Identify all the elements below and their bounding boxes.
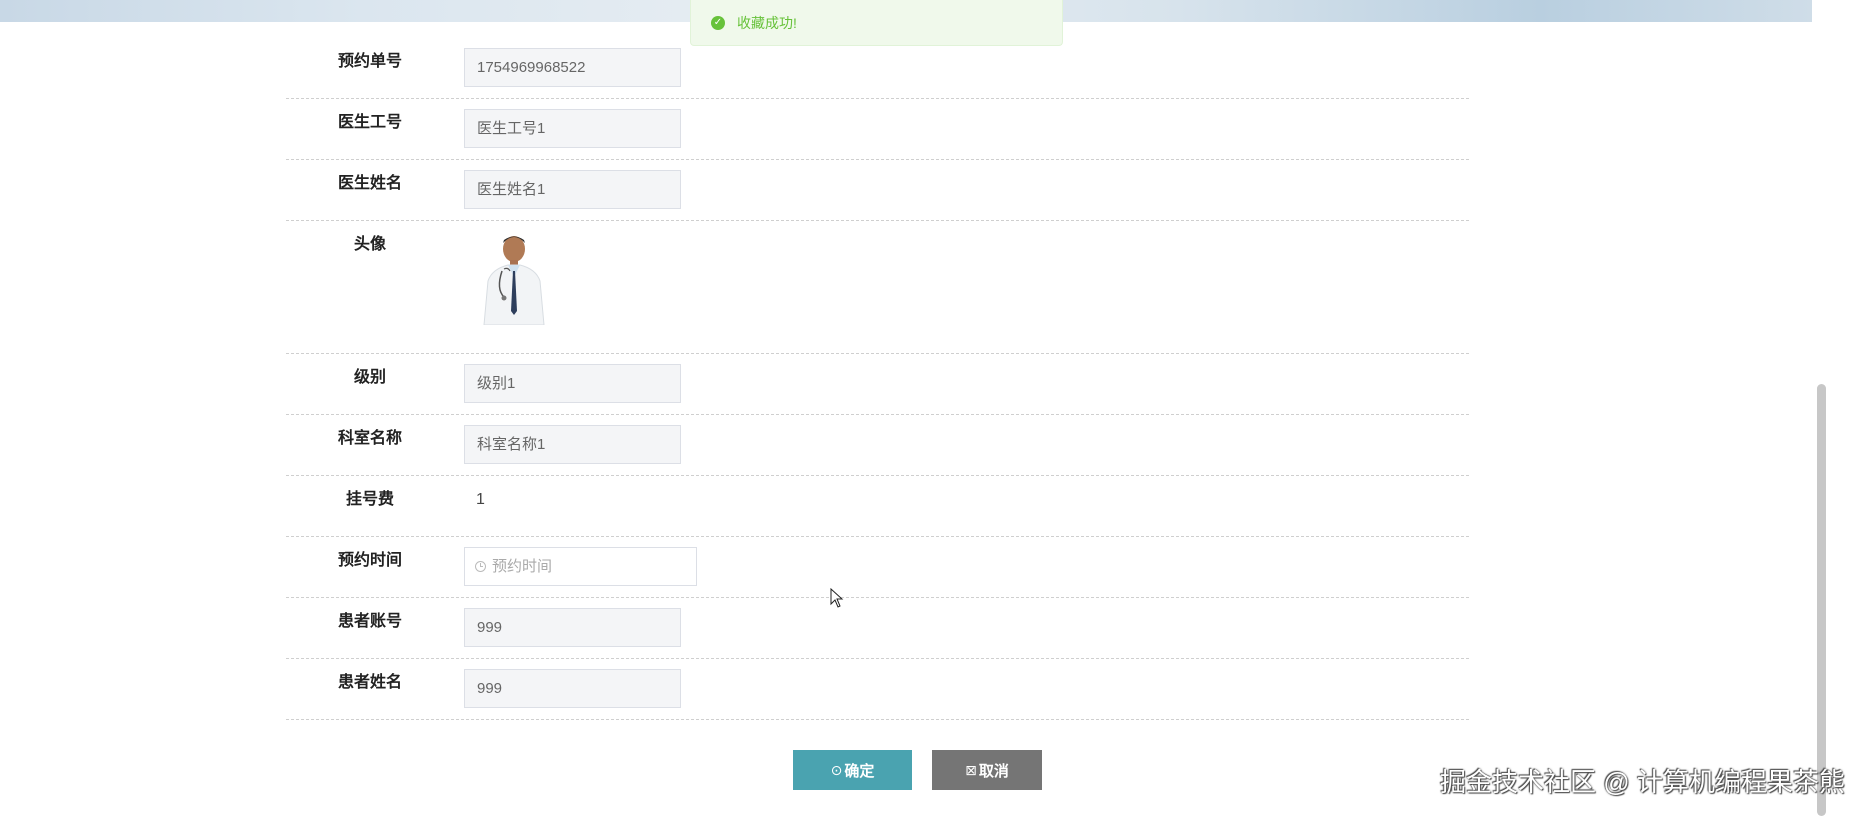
form-row-doctor-name: 医生姓名 医生姓名1: [286, 160, 1469, 221]
fee-label: 挂号费: [345, 491, 394, 508]
form-row-avatar: 头像: [286, 221, 1469, 354]
page: ✓ 收藏成功! 预约单号 1754969968522 医生工号 医生工号1 医生…: [0, 0, 1849, 816]
doctor-id-label: 医生工号: [337, 114, 402, 131]
form-row-level: 级别 级别1: [286, 354, 1469, 415]
patient-name-field[interactable]: 999: [464, 669, 681, 708]
clock-icon: [475, 561, 486, 572]
confirm-button[interactable]: ⊙ 确定: [793, 750, 912, 790]
level-label: 级别: [353, 369, 386, 386]
check-circle-icon: ✓: [711, 15, 725, 30]
order-no-field[interactable]: 1754969968522: [464, 48, 681, 87]
doctor-name-label: 医生姓名: [337, 175, 402, 192]
cancel-label: 取消: [978, 762, 1009, 780]
confirm-label: 确定: [844, 762, 875, 780]
form-row-order-no: 预约单号 1754969968522: [286, 38, 1469, 99]
level-field[interactable]: 级别1: [464, 364, 681, 403]
form-row-patient-account: 患者账号 999: [286, 598, 1469, 659]
patient-name-label: 患者姓名: [337, 674, 402, 691]
form-row-fee: 挂号费 1: [286, 476, 1469, 537]
toast-message: 收藏成功!: [737, 14, 797, 31]
doctor-id-field[interactable]: 医生工号1: [464, 109, 681, 148]
check-circle-outline-icon: ⊙: [830, 761, 843, 778]
department-label: 科室名称: [337, 430, 402, 447]
form-row-department: 科室名称 科室名称1: [286, 415, 1469, 476]
doctor-name-field[interactable]: 医生姓名1: [464, 170, 681, 209]
appointment-time-label: 预约时间: [337, 552, 402, 569]
order-no-label: 预约单号: [337, 53, 402, 70]
form-row-doctor-id: 医生工号 医生工号1: [286, 99, 1469, 160]
avatar-label: 头像: [353, 236, 386, 253]
appointment-time-placeholder: 预约时间: [492, 558, 553, 575]
scrollbar[interactable]: [1817, 384, 1826, 816]
appointment-time-picker[interactable]: 预约时间: [464, 547, 697, 586]
appointment-form: 预约单号 1754969968522 医生工号 医生工号1 医生姓名 医生姓名1…: [286, 38, 1469, 720]
close-box-icon: ⊠: [965, 761, 977, 778]
form-row-patient-name: 患者姓名 999: [286, 659, 1469, 720]
patient-account-label: 患者账号: [337, 613, 402, 630]
form-row-appointment-time: 预约时间 预约时间: [286, 537, 1469, 598]
watermark: 掘金技术社区 @ 计算机编程果茶熊: [1440, 767, 1845, 797]
doctor-avatar: [483, 236, 545, 325]
fee-value: 1: [476, 491, 485, 508]
patient-account-field[interactable]: 999: [464, 608, 681, 647]
cancel-button[interactable]: ⊠ 取消: [932, 750, 1042, 790]
department-field[interactable]: 科室名称1: [464, 425, 681, 464]
mouse-cursor-icon: [830, 588, 844, 608]
form-actions: ⊙ 确定 ⊠ 取消: [793, 750, 1042, 790]
